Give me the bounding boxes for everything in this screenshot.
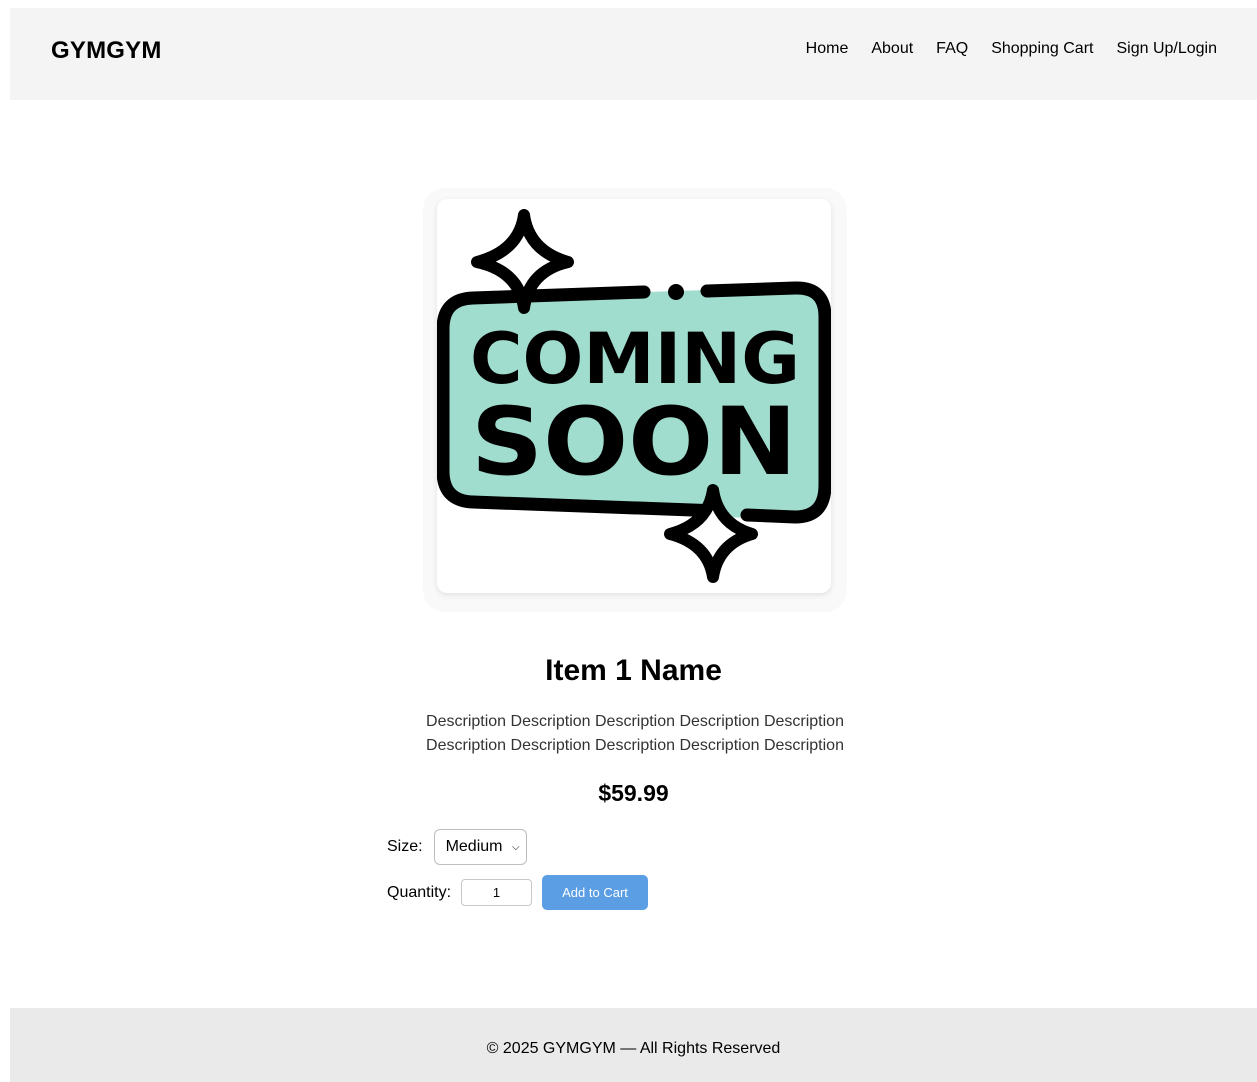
navbar: GYMGYM Home About FAQ Shopping Cart Sign… — [10, 8, 1257, 100]
footer-copyright: © 2025 GYMGYM — All Rights Reserved — [486, 1040, 781, 1057]
chevron-down-icon: ⌵ — [511, 841, 520, 853]
coming-soon-image: COMING SOON — [437, 209, 831, 583]
size-selected-value: Medium — [445, 838, 503, 855]
size-row: Size: Medium ⌵ — [387, 829, 527, 865]
nav-signup-login[interactable]: Sign Up/Login — [1116, 40, 1217, 58]
size-label: Size: — [387, 838, 423, 855]
add-to-cart-button[interactable]: Add to Cart — [542, 875, 649, 910]
footer: © 2025 GYMGYM — All Rights Reserved — [10, 1008, 1257, 1082]
nav-home[interactable]: Home — [806, 40, 849, 58]
product-title: Item 1 Name — [545, 654, 722, 687]
nav-links: Home About FAQ Shopping Cart Sign Up/Log… — [806, 40, 1217, 58]
size-select[interactable]: Medium ⌵ — [433, 829, 527, 865]
nav-about[interactable]: About — [871, 40, 913, 58]
product-description: Description Description Description Desc… — [426, 713, 844, 754]
soon-text: SOON — [471, 388, 797, 497]
page: GYMGYM Home About FAQ Shopping Cart Sign… — [10, 8, 1257, 1082]
quantity-row: Quantity: Add to Cart — [387, 875, 649, 910]
nav-shopping-cart[interactable]: Shopping Cart — [991, 40, 1093, 58]
nav-faq[interactable]: FAQ — [936, 40, 968, 58]
quantity-input[interactable] — [461, 879, 533, 906]
product-image-card: COMING SOON — [423, 188, 847, 612]
badge-dot — [668, 284, 684, 300]
site-logo[interactable]: GYMGYM — [51, 37, 162, 65]
quantity-label: Quantity: — [387, 883, 452, 901]
product-image: COMING SOON — [437, 199, 831, 593]
product-price: $59.99 — [598, 780, 669, 806]
